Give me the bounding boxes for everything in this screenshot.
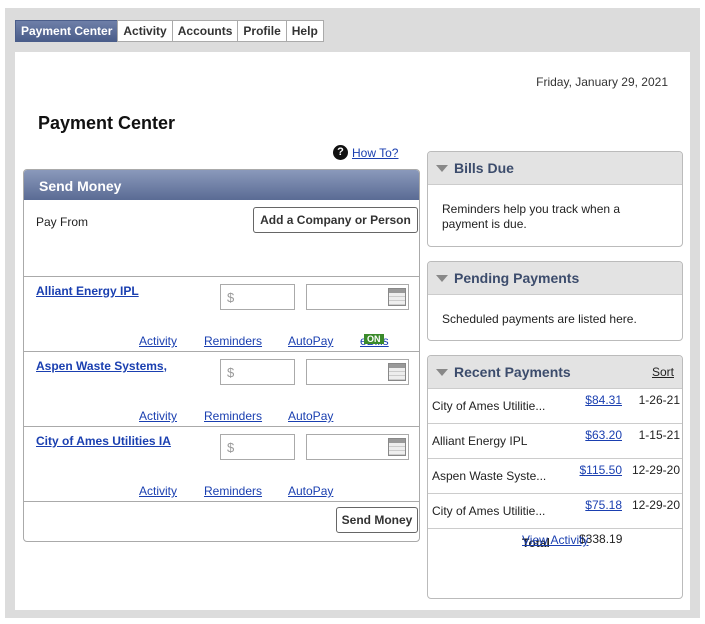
page-title: Payment Center <box>38 113 176 133</box>
reminders-link[interactable]: Reminders <box>204 334 262 348</box>
date-input[interactable] <box>306 284 409 310</box>
divider <box>24 501 419 502</box>
date-input[interactable] <box>306 359 409 385</box>
tab-help[interactable]: Help <box>285 20 324 42</box>
tab-payment-center[interactable]: Payment Center <box>15 20 119 42</box>
collapse-triangle-icon[interactable] <box>436 368 448 376</box>
payee-name-link[interactable]: Alliant Energy IPL <box>36 284 139 298</box>
question-icon[interactable]: ? <box>333 145 348 160</box>
reminders-link[interactable]: Reminders <box>204 409 262 423</box>
table-row: City of Ames Utilitie... $84.31 1-26-21 <box>428 389 682 424</box>
payee-name-link[interactable]: Aspen Waste Systems, <box>36 359 167 373</box>
send-money-header: Send Money <box>24 170 419 200</box>
recent-payments-title: Recent Payments <box>454 364 571 380</box>
payee-name: Alliant Energy IPL <box>432 434 528 448</box>
payee-name: City of Ames Utilitie... <box>432 504 546 518</box>
current-date: Friday, January 29, 2021 <box>536 75 668 89</box>
bills-due-header[interactable]: Bills Due <box>428 152 682 185</box>
autopay-link[interactable]: AutoPay <box>288 334 333 348</box>
payee-name-link[interactable]: City of Ames Utilities IA <box>36 434 171 448</box>
payment-date: 1-26-21 <box>638 393 680 407</box>
payee-row: Alliant Energy IPL $ Activity Reminders … <box>24 276 419 351</box>
tab-activity[interactable]: Activity <box>117 20 173 42</box>
amount-input[interactable]: $ <box>220 359 295 385</box>
ebills-on-badge: ON <box>364 334 384 344</box>
pending-payments-text: Scheduled payments are listed here. <box>442 312 637 326</box>
send-money-panel: Send Money Pay From Add a Company or Per… <box>23 169 420 542</box>
calendar-icon[interactable] <box>388 363 406 381</box>
pending-payments-title: Pending Payments <box>454 270 580 286</box>
activity-link[interactable]: Activity <box>139 334 177 348</box>
calendar-icon[interactable] <box>388 438 406 456</box>
payee-row: Aspen Waste Systems, $ Activity Reminder… <box>24 351 419 426</box>
sort-link[interactable]: Sort <box>652 365 674 379</box>
bills-due-text: Reminders help you track when a payment … <box>442 202 621 231</box>
send-money-button[interactable]: Send Money <box>336 507 418 533</box>
amount-link[interactable]: $115.50 <box>580 463 623 477</box>
payment-date: 1-15-21 <box>638 428 680 442</box>
amount-input[interactable]: $ <box>220 434 295 460</box>
tab-profile[interactable]: Profile <box>237 20 287 42</box>
autopay-link[interactable]: AutoPay <box>288 484 333 498</box>
main-content: Friday, January 29, 2021 Payment Center … <box>15 52 690 610</box>
table-row: Alliant Energy IPL $63.20 1-15-21 <box>428 424 682 459</box>
amount-link[interactable]: $84.31 <box>585 393 622 407</box>
date-input[interactable] <box>306 434 409 460</box>
pending-payments-header[interactable]: Pending Payments <box>428 262 682 295</box>
tab-bar: Payment Center Activity Accounts Profile… <box>15 20 324 42</box>
bills-due-panel: Bills Due Reminders help you track when … <box>427 151 683 247</box>
how-to: ? How To? <box>333 145 398 160</box>
how-to-link[interactable]: How To? <box>352 146 398 160</box>
activity-link[interactable]: Activity <box>139 484 177 498</box>
calendar-icon[interactable] <box>388 288 406 306</box>
pending-payments-panel: Pending Payments Scheduled payments are … <box>427 261 683 341</box>
reminders-link[interactable]: Reminders <box>204 484 262 498</box>
collapse-triangle-icon[interactable] <box>436 164 448 172</box>
payee-row: City of Ames Utilities IA $ Activity Rem… <box>24 426 419 501</box>
table-row: City of Ames Utilitie... $75.18 12-29-20 <box>428 494 682 529</box>
recent-payments-panel: Recent Payments Sort City of Ames Utilit… <box>427 355 683 599</box>
payee-name: Aspen Waste Syste... <box>432 469 547 483</box>
bills-due-title: Bills Due <box>454 160 514 176</box>
tab-accounts[interactable]: Accounts <box>171 20 239 42</box>
amount-link[interactable]: $63.20 <box>585 428 622 442</box>
amount-input[interactable]: $ <box>220 284 295 310</box>
add-company-button[interactable]: Add a Company or Person <box>253 207 418 233</box>
payment-date: 12-29-20 <box>631 498 680 512</box>
recent-payments-header[interactable]: Recent Payments Sort <box>428 356 682 389</box>
pay-from-label: Pay From <box>36 215 89 229</box>
autopay-link[interactable]: AutoPay <box>288 409 333 423</box>
amount-link[interactable]: $75.18 <box>585 498 622 512</box>
activity-link[interactable]: Activity <box>139 409 177 423</box>
app-frame: Payment Center Activity Accounts Profile… <box>5 8 700 618</box>
table-row: Aspen Waste Syste... $115.50 12-29-20 <box>428 459 682 494</box>
payment-date: 12-29-20 <box>631 463 680 477</box>
view-activity-link[interactable]: View Activity <box>522 533 588 547</box>
collapse-triangle-icon[interactable] <box>436 274 448 282</box>
payee-name: City of Ames Utilitie... <box>432 399 546 413</box>
